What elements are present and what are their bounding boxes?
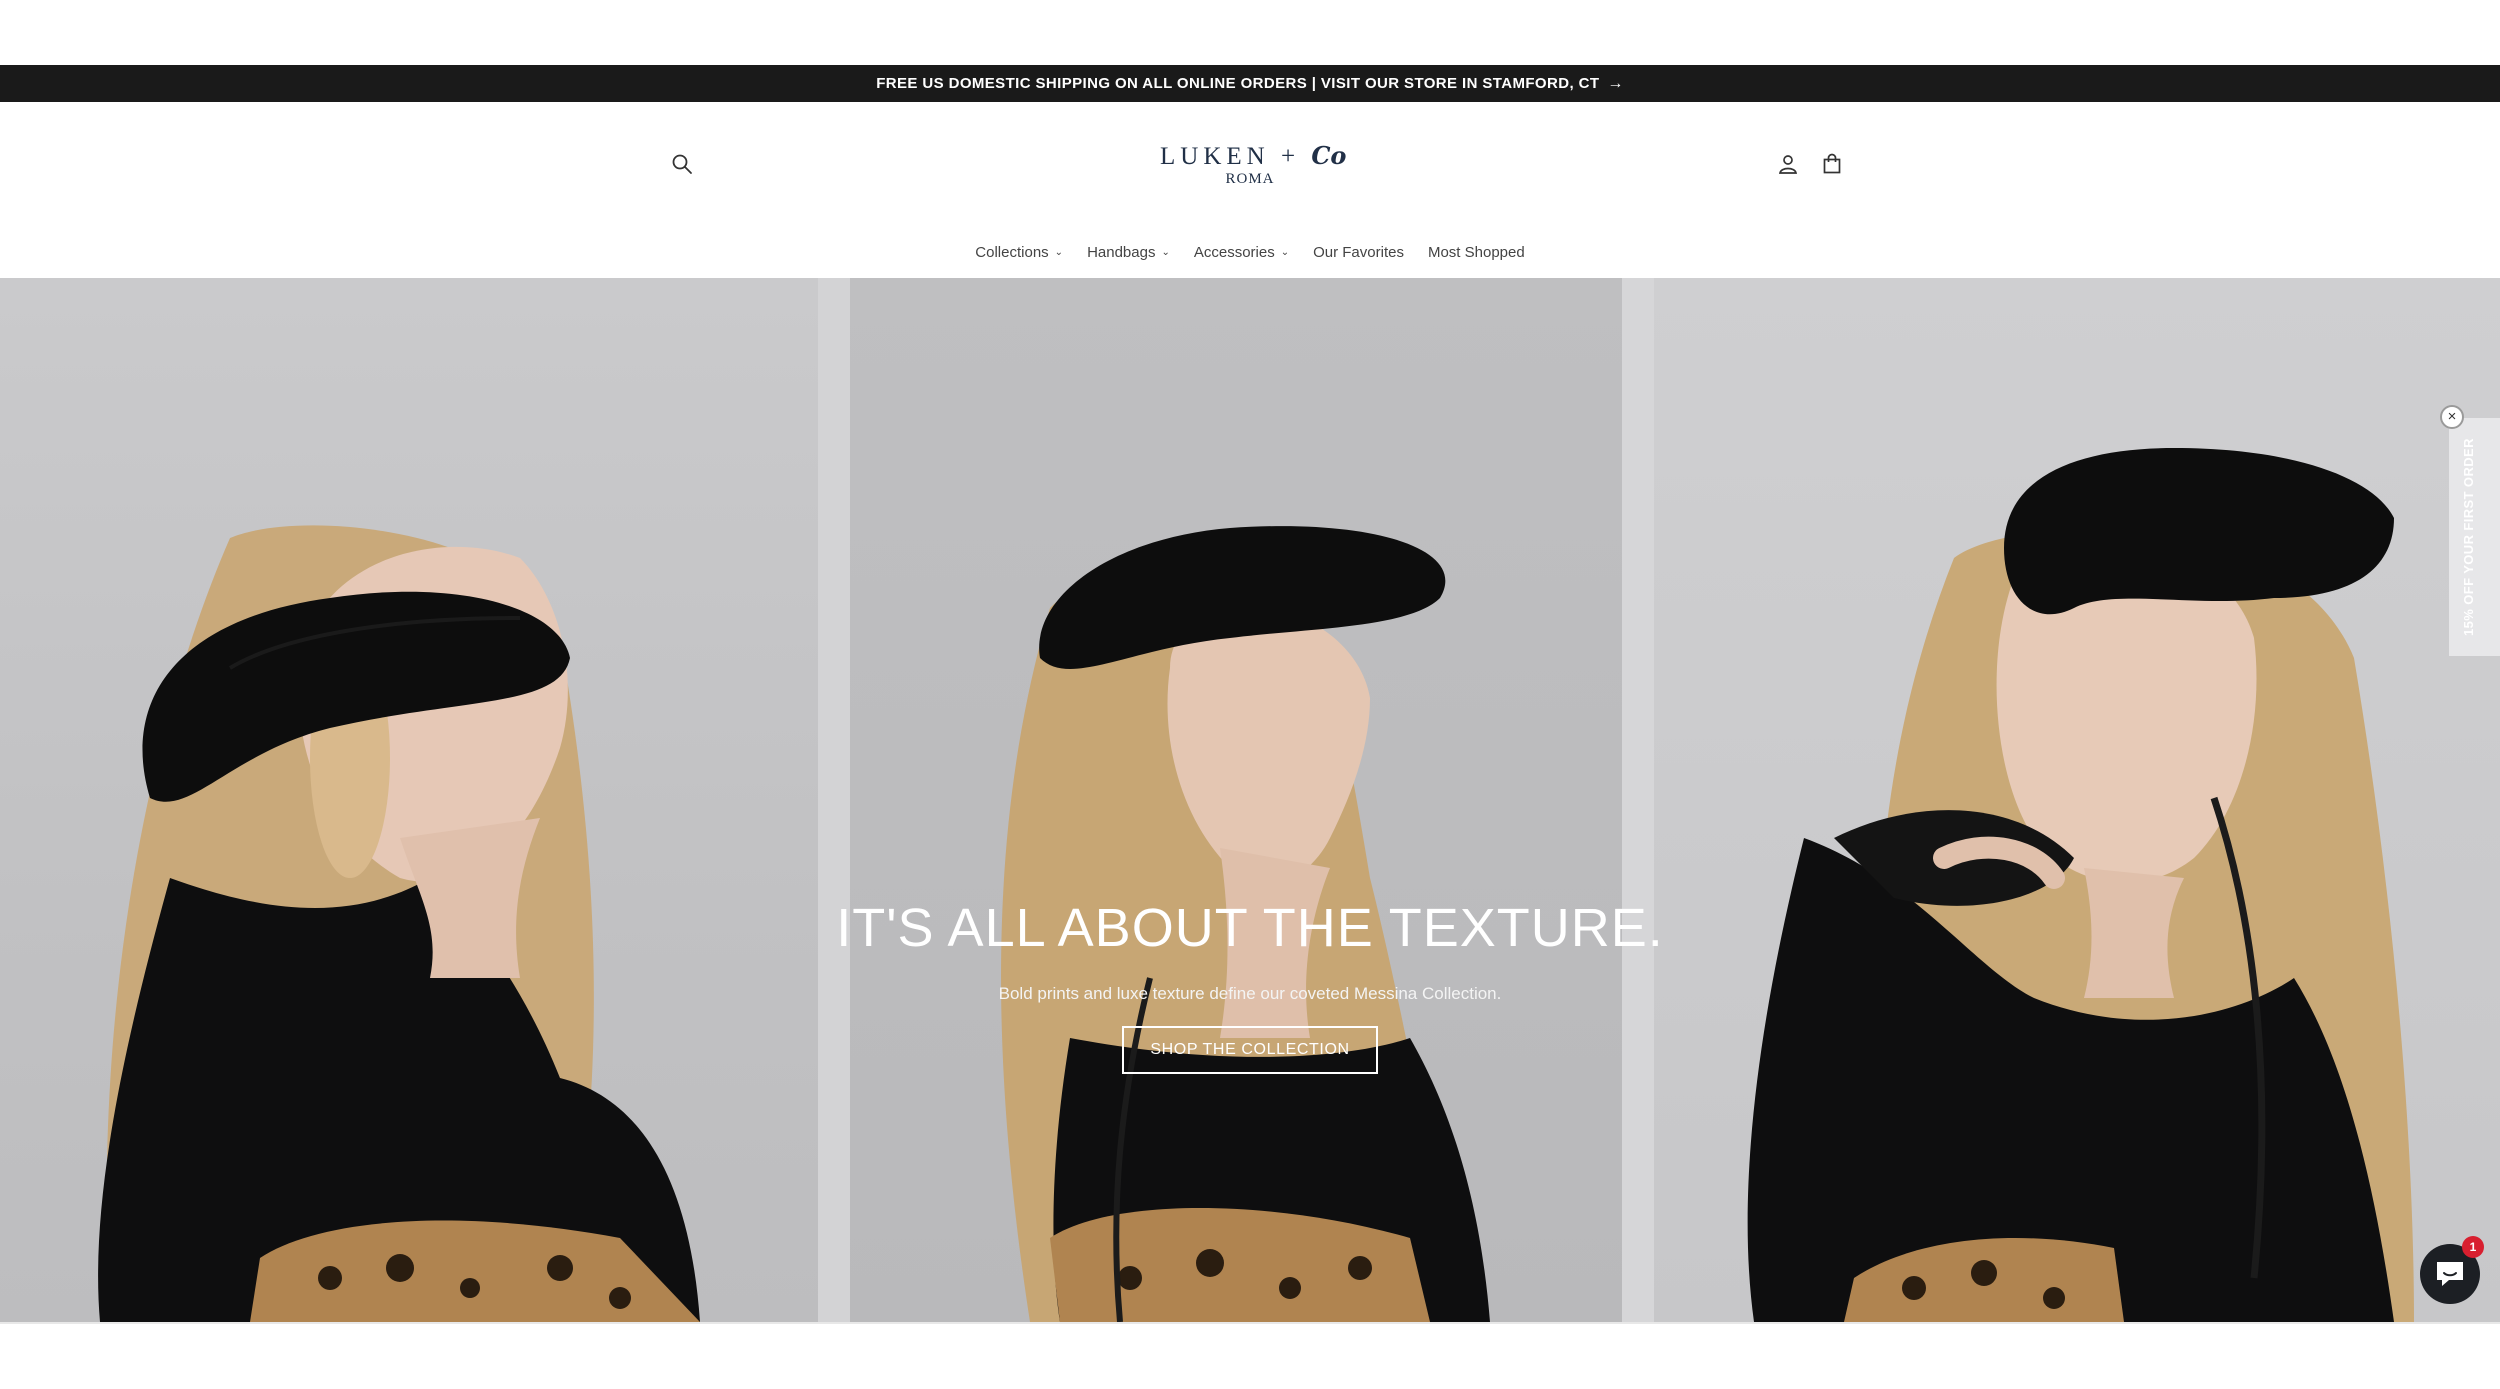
announcement-text: FREE US DOMESTIC SHIPPING ON ALL ONLINE …: [876, 75, 1600, 92]
shop-collection-button[interactable]: SHOP THE COLLECTION: [1122, 1026, 1378, 1074]
nav-label: Most Shopped: [1427, 243, 1525, 261]
site-header: LUKEN + Co ROMA Collections ⌄ Handbags ⌄…: [0, 102, 2500, 278]
hero-subtitle: Bold prints and luxe texture define our …: [998, 984, 1502, 1003]
hero-title: IT'S ALL ABOUT THE TEXTURE.: [836, 898, 1664, 958]
close-icon[interactable]: ×: [2440, 405, 2464, 429]
chevron-down-icon: ⌄: [1054, 246, 1064, 258]
nav-item-accessories[interactable]: Accessories ⌄: [1194, 244, 1289, 261]
page: FREE US DOMESTIC SHIPPING ON ALL ONLINE …: [0, 0, 2500, 1389]
account-icon[interactable]: [1774, 150, 1802, 178]
nav-label: Collections: [975, 243, 1049, 261]
cart-icon[interactable]: [1818, 150, 1846, 178]
nav-item-our-favorites[interactable]: Our Favorites: [1313, 244, 1404, 261]
section-divider: [0, 1322, 2500, 1324]
logo-sub: ROMA: [1225, 171, 1275, 187]
nav-item-most-shopped[interactable]: Most Shopped: [1428, 244, 1525, 261]
hero-divider: [818, 278, 850, 1322]
logo-main: LUKEN +: [1160, 143, 1301, 170]
nav-label: Handbags: [1087, 243, 1156, 261]
nav-label: Our Favorites: [1313, 243, 1404, 261]
notification-badge: 1: [2462, 1236, 2484, 1258]
search-icon[interactable]: [668, 150, 696, 178]
nav-item-collections[interactable]: Collections ⌄: [975, 244, 1063, 261]
main-nav: Collections ⌄ Handbags ⌄ Accessories ⌄ O…: [0, 238, 2500, 266]
nav-label: Accessories: [1193, 243, 1275, 261]
hero-image-right: [1654, 278, 2500, 1322]
chat-icon: [2437, 1262, 2463, 1286]
hero-image-center: [850, 278, 1622, 1322]
chevron-down-icon: ⌄: [1280, 246, 1290, 258]
hero-image-left: [0, 278, 818, 1322]
discount-tab-label: 15% OFF YOUR FIRST ORDER: [2461, 438, 2476, 636]
hero-banner: IT'S ALL ABOUT THE TEXTURE. Bold prints …: [0, 278, 2500, 1322]
chevron-down-icon: ⌄: [1161, 246, 1170, 258]
nav-item-handbags[interactable]: Handbags ⌄: [1087, 244, 1170, 261]
logo-script: Co: [1311, 141, 1347, 170]
announcement-bar[interactable]: FREE US DOMESTIC SHIPPING ON ALL ONLINE …: [0, 65, 2500, 102]
hero-divider: [1622, 278, 1654, 1322]
arrow-right-icon: →: [1607, 74, 1624, 92]
hero-content: IT'S ALL ABOUT THE TEXTURE. Bold prints …: [0, 898, 2500, 1074]
discount-tab[interactable]: 15% OFF YOUR FIRST ORDER: [2449, 418, 2500, 656]
store-logo[interactable]: LUKEN + Co ROMA: [1160, 142, 1346, 192]
